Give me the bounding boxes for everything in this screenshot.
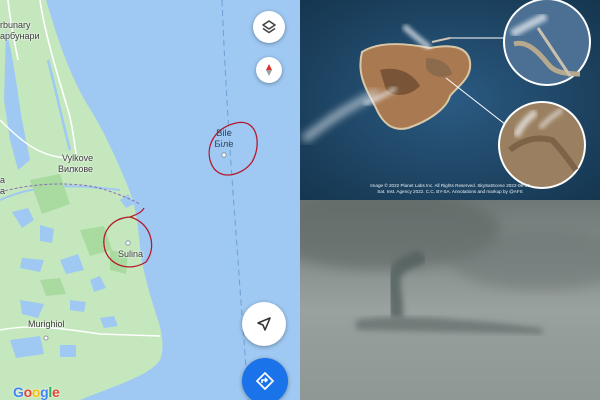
- city-label-vylkove: Vylkove: [62, 153, 94, 163]
- city-label-murighiol: Murighiol: [28, 319, 65, 329]
- credit-line-2: Sat. Inst. Agency 2022. C.C. BY-SA. Anno…: [377, 189, 523, 194]
- compass-icon: [266, 64, 272, 76]
- bile-marker: [221, 152, 227, 158]
- logo-letter: e: [51, 384, 60, 400]
- sulina-marker: [125, 240, 131, 246]
- google-logo: Google: [13, 384, 60, 400]
- smoke-photo: [300, 200, 600, 400]
- city-label-edge: a: [0, 175, 6, 185]
- lake: [70, 300, 86, 312]
- logo-letter: G: [13, 384, 24, 400]
- my-location-button[interactable]: [242, 302, 286, 346]
- smoke-photo-panel: [300, 200, 600, 400]
- layers-icon: [262, 20, 276, 34]
- island-label-bile: Bile Біле: [208, 128, 240, 150]
- city-label-carbunary-cyrillic: арбунари: [0, 31, 40, 41]
- directions-icon: [256, 372, 274, 390]
- layers-button[interactable]: [253, 11, 285, 43]
- maritime-boundary: [221, 0, 249, 400]
- lake: [60, 345, 76, 357]
- city-label-edge-cyrillic: а: [0, 186, 6, 196]
- logo-letter: o: [31, 384, 41, 400]
- directions-button[interactable]: [242, 358, 288, 400]
- satellite-image-panel: Image © 2022 Planet Labs Inc. All Rights…: [300, 0, 600, 200]
- island-name-latin: Bile: [216, 128, 232, 139]
- city-label-vylkove-cyrillic: Вилкове: [58, 164, 94, 174]
- map-panel[interactable]: rbunary арбунари Vylkove Вилкове a а Sul…: [0, 0, 300, 400]
- murighiol-marker: [43, 335, 49, 341]
- logo-letter: o: [23, 384, 33, 400]
- compass-button[interactable]: [256, 57, 282, 83]
- image-credit: Image © 2022 Planet Labs Inc. All Rights…: [300, 183, 600, 195]
- island-name-cyrillic: Біле: [214, 139, 234, 150]
- city-label-carbunary: rbunary: [0, 20, 31, 30]
- city-label-sulina: Sulina: [118, 249, 144, 259]
- satellite-image: [300, 0, 600, 200]
- navigation-arrow-icon: [257, 317, 271, 331]
